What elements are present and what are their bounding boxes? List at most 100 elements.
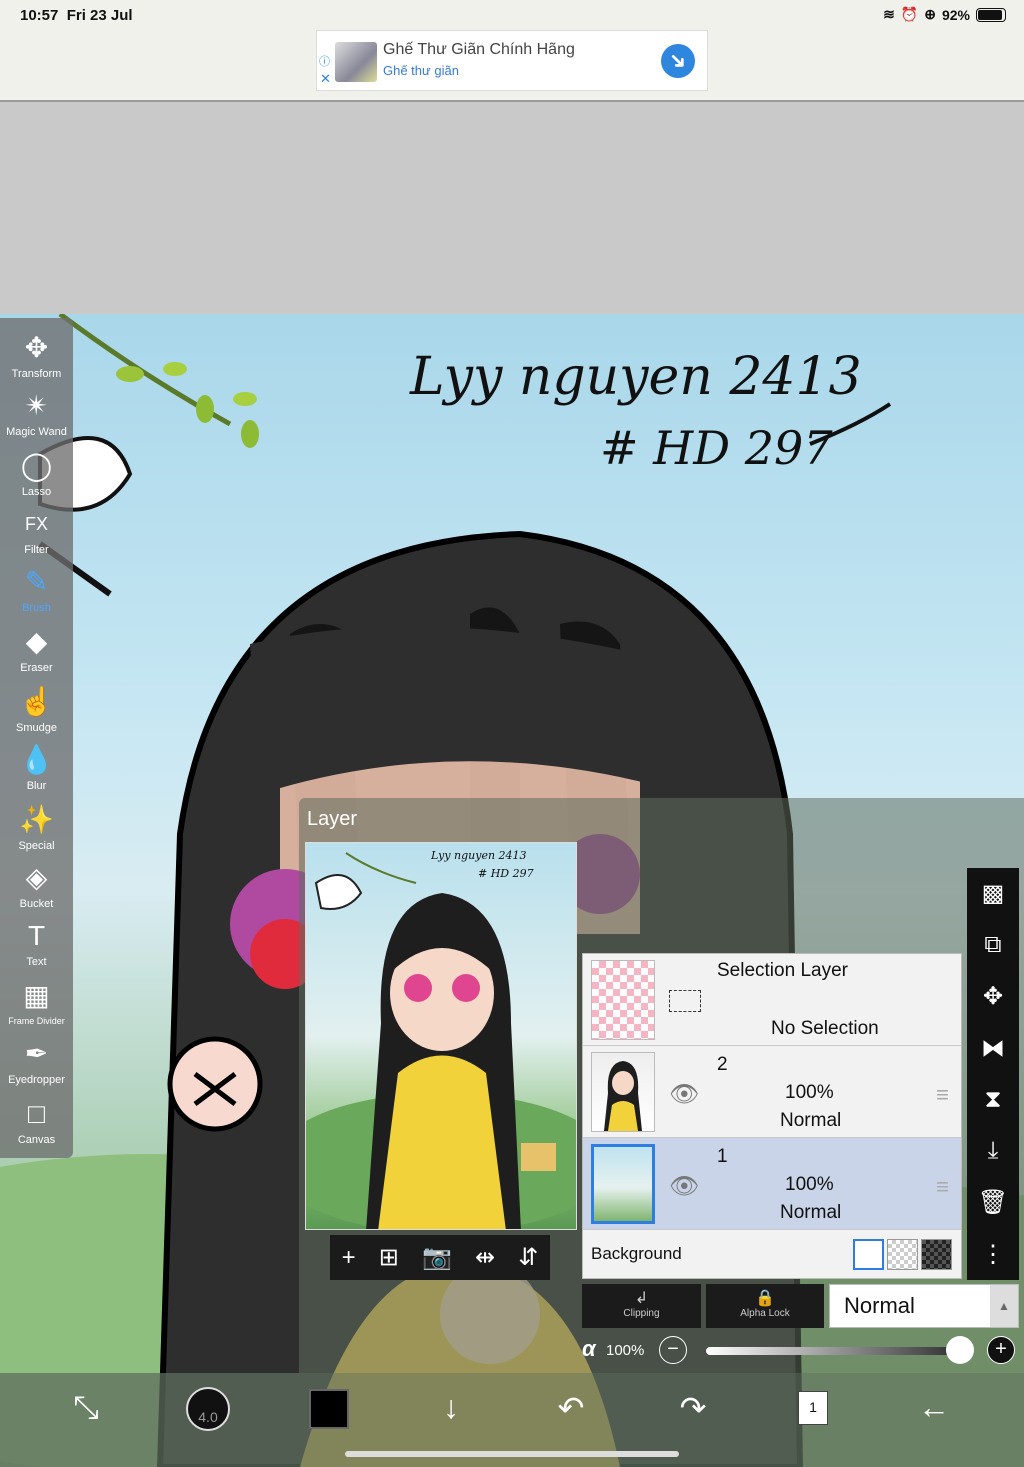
- background-label: Background: [591, 1244, 682, 1263]
- tool-canvas[interactable]: □ Canvas: [0, 1096, 73, 1154]
- move-icon[interactable]: ✥: [983, 982, 1003, 1011]
- tool-label: Canvas: [17, 1134, 56, 1146]
- alpha-symbol: α: [582, 1336, 596, 1361]
- opacity-slider-knob[interactable]: [946, 1336, 974, 1364]
- background-dark-swatch[interactable]: [921, 1239, 952, 1270]
- tool-smudge[interactable]: ☝ Smudge: [0, 684, 73, 742]
- text-icon: T: [27, 920, 46, 951]
- tool-special[interactable]: ✨ Special: [0, 802, 73, 860]
- opacity-increase-button[interactable]: +: [987, 1336, 1015, 1364]
- preview-artwork: Lyy nguyen 2413 # HD 297: [306, 849, 576, 1229]
- layer-swap-icon[interactable]: ⧉: [984, 931, 1001, 959]
- home-indicator[interactable]: [345, 1451, 679, 1457]
- battery-icon: [976, 7, 1006, 22]
- opacity-decrease-button[interactable]: −: [659, 1336, 687, 1364]
- selection-layer-name: Selection Layer: [717, 960, 848, 981]
- tool-transform[interactable]: ✥ Transform: [0, 330, 73, 388]
- layer-preview: Lyy nguyen 2413 # HD 297: [305, 842, 577, 1230]
- flip-layer-vertical-icon[interactable]: ⧗: [985, 1086, 1002, 1114]
- ad-go-icon[interactable]: ➜: [653, 36, 703, 86]
- layer-thumbnail: [591, 1144, 655, 1224]
- tool-label: Eyedropper: [8, 1074, 65, 1086]
- primary-color-swatch[interactable]: [309, 1389, 349, 1429]
- layer-number: 1: [717, 1146, 728, 1167]
- tool-brush[interactable]: ✎ Brush: [0, 564, 73, 622]
- tool-palette: ✥ Transform ✴ Magic Wand ◯ Lasso FX Filter ✎ Brus…: [0, 318, 73, 1158]
- brush-size-button[interactable]: 4.0: [186, 1387, 230, 1431]
- layer-row[interactable]: 👁 2 100% Normal ≡: [583, 1046, 961, 1138]
- opacity-value: 100%: [606, 1342, 645, 1359]
- add-layer-from-image-icon[interactable]: ⊞: [379, 1243, 399, 1272]
- ad-close-icon[interactable]: ✕: [320, 71, 331, 87]
- tool-lasso[interactable]: ◯ Lasso: [0, 448, 73, 506]
- chevron-up-icon[interactable]: ▲: [990, 1285, 1018, 1327]
- trash-icon[interactable]: 🗑: [978, 1188, 1008, 1217]
- opacity-row: α 100% − +: [582, 1336, 1022, 1366]
- layer-row-selected[interactable]: 👁 1 100% Normal ≡: [583, 1138, 961, 1230]
- tool-filter[interactable]: FX Filter: [0, 506, 73, 564]
- layer-count-button[interactable]: 1: [798, 1391, 828, 1425]
- ad-banner[interactable]: ⓘ ✕ Ghế Thư Giãn Chính Hãng Ghế thư giãn…: [316, 30, 708, 91]
- layer-side-toolbar: ▩ ⧉ ✥ ⧓ ⧗ ⤓ 🗑 ⋮: [967, 868, 1019, 1280]
- magic-wand-icon: ✴: [24, 390, 49, 421]
- tool-blur[interactable]: 💧 Blur: [0, 742, 73, 800]
- redo-icon[interactable]: ↷: [663, 1389, 723, 1427]
- visibility-eye-icon[interactable]: 👁: [669, 1172, 699, 1201]
- background-row: Background: [583, 1230, 961, 1278]
- add-layer-icon[interactable]: +: [342, 1244, 356, 1272]
- special-icon: ✨: [19, 804, 54, 835]
- merge-down-icon[interactable]: ⤓: [988, 1137, 999, 1165]
- rotation-lock-icon: ⊕: [924, 6, 936, 22]
- camera-icon[interactable]: 📷: [422, 1243, 452, 1272]
- ad-image: [335, 42, 377, 82]
- clipping-button[interactable]: ↲ Clipping: [582, 1284, 701, 1328]
- ad-info-icon[interactable]: ⓘ: [319, 53, 330, 69]
- background-transparent-swatch[interactable]: [887, 1239, 918, 1270]
- drag-handle-icon[interactable]: ≡: [936, 1174, 949, 1200]
- more-options-icon[interactable]: ⋮: [981, 1240, 1005, 1269]
- tool-eraser[interactable]: ◆ Eraser: [0, 624, 73, 682]
- undo-icon[interactable]: ↶: [541, 1389, 601, 1427]
- tool-label: Eraser: [20, 662, 53, 674]
- tool-bucket[interactable]: ◈ Bucket: [0, 860, 73, 918]
- transform-icon: ✥: [24, 332, 49, 363]
- alpha-lock-icon: 🔒: [755, 1290, 775, 1307]
- tool-label: Filter: [24, 544, 49, 556]
- flip-horizontal-icon[interactable]: ⇹: [475, 1243, 495, 1272]
- quick-tools-icon[interactable]: ⤡: [56, 1389, 116, 1427]
- tool-eyedropper[interactable]: ✒ Eyedropper: [0, 1036, 73, 1094]
- selection-layer-row[interactable]: Selection Layer No Selection: [583, 954, 961, 1046]
- down-arrow-icon[interactable]: ↓: [421, 1389, 481, 1426]
- tool-text[interactable]: T Text: [0, 918, 73, 976]
- background-white-swatch[interactable]: [853, 1239, 884, 1270]
- checkerboard-icon[interactable]: ▩: [982, 879, 1005, 908]
- opacity-slider[interactable]: [706, 1347, 956, 1355]
- tool-label: Special: [18, 840, 55, 852]
- layer-blend-mode: Normal: [780, 1110, 842, 1131]
- flip-vertical-icon[interactable]: ⇵: [518, 1243, 538, 1272]
- preview-signature-line-1: Lyy nguyen 2413: [430, 849, 527, 862]
- bucket-icon: ◈: [25, 862, 48, 893]
- blend-mode-select[interactable]: Normal ▲: [829, 1284, 1019, 1328]
- drag-handle-icon[interactable]: ≡: [936, 1082, 949, 1108]
- ad-subtitle: Ghế thư giãn: [383, 63, 459, 78]
- bottom-toolbar: ⤡ 4.0 ↓ ↶ ↷ 1 ←: [0, 1373, 1024, 1467]
- battery-percent: 92%: [941, 6, 970, 23]
- tool-frame-divider[interactable]: ▦ Frame Divider: [0, 978, 73, 1036]
- flip-layer-horizontal-icon[interactable]: ⧓: [981, 1034, 1005, 1063]
- back-arrow-icon[interactable]: ←: [904, 1389, 964, 1426]
- selection-layer-thumbnail: [591, 960, 655, 1040]
- preview-signature-line-2: # HD 297: [478, 867, 534, 880]
- tool-label: Lasso: [21, 486, 52, 498]
- date-text: Fri 23 Jul: [66, 7, 133, 24]
- ad-title: Ghế Thư Giãn Chính Hãng: [383, 41, 575, 58]
- layer-opacity: 100%: [785, 1082, 834, 1103]
- alpha-lock-button[interactable]: 🔒 Alpha Lock: [706, 1284, 824, 1328]
- frame-divider-icon: ▦: [23, 980, 50, 1011]
- tool-magic-wand[interactable]: ✴ Magic Wand: [0, 388, 73, 446]
- visibility-eye-icon[interactable]: 👁: [669, 1080, 699, 1109]
- selection-status: No Selection: [771, 1018, 879, 1039]
- tool-label: Brush: [22, 602, 51, 614]
- tool-label: Blur: [26, 780, 47, 792]
- signature-line-1: Lyy nguyen 2413: [409, 347, 862, 407]
